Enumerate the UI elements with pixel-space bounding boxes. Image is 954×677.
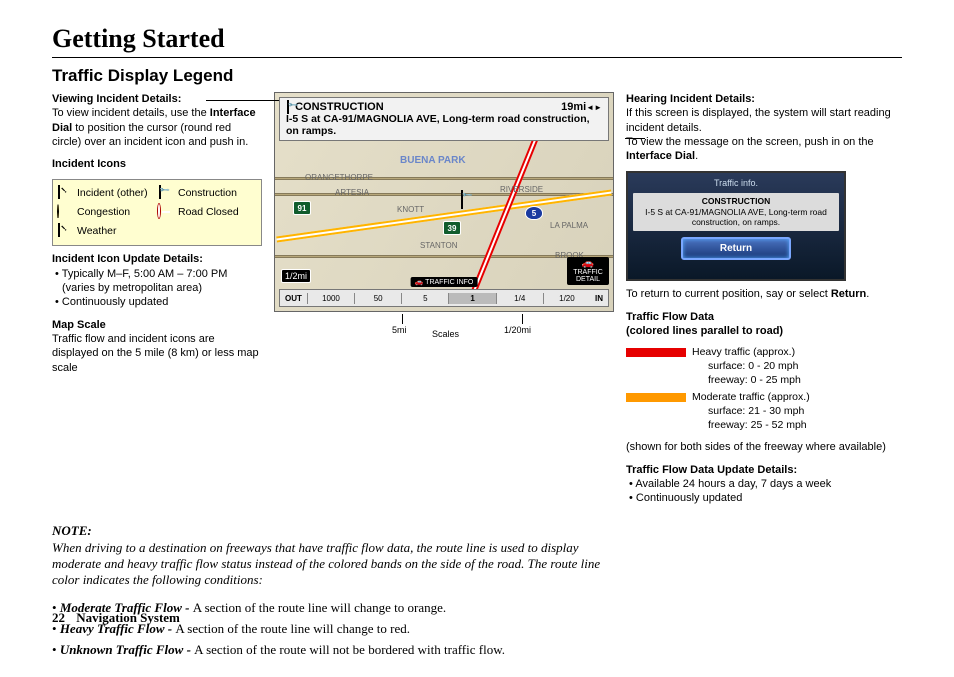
scale-tick-50: 50: [354, 293, 401, 304]
weather-label: Weather: [77, 225, 156, 239]
city-artesia: ARTESIA: [335, 188, 369, 197]
traffic-flow-heading-1: Traffic Flow Data: [626, 311, 714, 323]
scale-in-label: IN: [590, 294, 608, 303]
popup-body: CONSTRUCTION I-5 S at CA-91/MAGNOLIA AVE…: [633, 193, 839, 231]
heavy-traffic-swatch: [626, 348, 686, 357]
conditions-list: Moderate Traffic Flow - A section of the…: [52, 598, 624, 660]
flow-update-b1: Available 24 hours a day, 7 days a week: [636, 477, 896, 491]
popup-title: Traffic info.: [633, 178, 839, 190]
banner-construction-icon: [286, 101, 289, 113]
section-subtitle: Traffic Display Legend: [52, 66, 902, 86]
incident-other-label: Incident (other): [77, 187, 156, 201]
scale-tick-5: 5: [401, 293, 448, 304]
traffic-info-popup: Traffic info. CONSTRUCTION I-5 S at CA-9…: [626, 171, 846, 281]
scale-tick-1: 1: [448, 293, 495, 304]
map-scale-badge: 1/2mi: [281, 269, 311, 283]
city-lapalma: LA PALMA: [550, 221, 588, 230]
city-riverside: RIVERSIDE: [500, 185, 543, 194]
map-scale-heading: Map Scale: [52, 319, 106, 331]
scale-out-label: OUT: [280, 294, 307, 303]
return-button[interactable]: Return: [681, 237, 791, 260]
viewing-heading: Viewing Incident Details:: [52, 93, 181, 105]
banner-distance: 19mi◄►: [561, 101, 602, 113]
moderate-freeway: freeway: 25 - 52 mph: [692, 419, 810, 433]
scale-tick-1000: 1000: [307, 293, 354, 304]
shown-both-sides: (shown for both sides of the freeway whe…: [626, 440, 896, 454]
scale-annotations: 5mi 1/20mi Scales: [274, 314, 614, 342]
viewing-text-1: To view incident details, use the: [52, 107, 210, 119]
hearing-text-1: If this screen is displayed, the system …: [626, 107, 891, 133]
return-text-b: .: [866, 288, 869, 300]
incident-other-icon: [57, 186, 72, 201]
leader-line-2: [625, 138, 645, 139]
moderate-traffic-swatch: [626, 393, 686, 402]
note-label: NOTE:: [52, 523, 92, 538]
return-text-a: To return to current position, say or se…: [626, 288, 831, 300]
cond-1-text: A section of the route line will change …: [193, 600, 446, 615]
page-number: 22: [52, 610, 65, 625]
construction-icon: [158, 186, 173, 201]
road-closed-label: Road Closed: [178, 206, 257, 220]
anno-120mi: 1/20mi: [504, 325, 531, 335]
scale-bar[interactable]: 🚗 TRAFFIC INFO OUT 1000 50 5 1 1/4 1/20 …: [279, 289, 609, 307]
icon-update-heading: Incident Icon Update Details:: [52, 253, 203, 265]
incident-icons-heading: Incident Icons: [52, 157, 262, 171]
shield-i5: 5: [525, 206, 543, 220]
city-knott: KNOTT: [397, 205, 424, 214]
anno-5mi: 5mi: [392, 325, 407, 335]
city-stanton: STANTON: [420, 241, 457, 250]
page-footer: 22 Navigation System: [52, 610, 180, 626]
popup-message: I-5 S at CA-91/MAGNOLIA AVE, Long-term r…: [636, 207, 836, 228]
heavy-traffic-label: Heavy traffic (approx.): [692, 346, 795, 358]
note-block: NOTE: When driving to a destination on f…: [52, 523, 624, 588]
banner-title: CONSTRUCTION: [295, 101, 384, 113]
heavy-surface: surface: 0 - 20 mph: [692, 360, 801, 374]
note-text: When driving to a destination on freeway…: [52, 540, 600, 588]
main-title: Getting Started: [52, 24, 902, 58]
popup-subheading: CONSTRUCTION: [636, 196, 836, 207]
weather-icon: [57, 224, 72, 239]
map-scale-text: Traffic flow and incident icons are disp…: [52, 333, 259, 374]
footer-label: Navigation System: [76, 610, 180, 625]
flow-update-heading: Traffic Flow Data Update Details:: [626, 464, 797, 476]
shield-91: 91: [293, 201, 311, 215]
flow-update-b2: Continuously updated: [636, 491, 896, 505]
return-bold: Return: [831, 288, 866, 300]
incident-icons-legend: Incident (other) Construction Congestion…: [52, 179, 262, 246]
leader-line-1: [206, 100, 281, 101]
congestion-label: Congestion: [77, 206, 156, 220]
hearing-text-2b: .: [695, 150, 698, 162]
cond-2-text: A section of the route line will change …: [175, 621, 410, 636]
moderate-surface: surface: 21 - 30 mph: [692, 405, 810, 419]
traffic-flow-heading-2: (colored lines parallel to road): [626, 325, 783, 337]
hearing-text-2a: To view the message on the screen, push …: [626, 136, 874, 148]
icon-update-bullet-2: Continuously updated: [62, 295, 262, 309]
map-screenshot: BUENA PARK ORANGETHORPE ARTESIA KNOTT RI…: [274, 92, 614, 312]
road-closed-icon: [158, 205, 173, 220]
congestion-icon: [57, 205, 72, 220]
hearing-heading: Hearing Incident Details:: [626, 93, 755, 105]
shield-39: 39: [443, 221, 461, 235]
scale-tick-twentieth: 1/20: [543, 293, 590, 304]
traffic-detail-button[interactable]: TRAFFIC DETAIL: [567, 257, 609, 285]
construction-label: Construction: [178, 187, 257, 201]
hearing-interface-dial: Interface Dial: [626, 150, 695, 162]
city-buena-park: BUENA PARK: [400, 155, 466, 166]
scale-tick-quarter: 1/4: [496, 293, 543, 304]
viewing-text-2: to position the cursor (round red circle…: [52, 122, 248, 148]
map-incident-banner: CONSTRUCTION 19mi◄► I-5 S at CA-91/MAGNO…: [279, 97, 609, 141]
city-orangethorpe: ORANGETHORPE: [305, 173, 373, 182]
map-construction-marker: [460, 191, 463, 209]
banner-detail: I-5 S at CA-91/MAGNOLIA AVE, Long-term r…: [286, 113, 590, 137]
anno-scales: Scales: [432, 329, 459, 339]
icon-update-bullet-1: Typically M–F, 5:00 AM – 7:00 PM (varies…: [62, 267, 262, 296]
moderate-traffic-label: Moderate traffic (approx.): [692, 391, 810, 403]
heavy-freeway: freeway: 0 - 25 mph: [692, 374, 801, 388]
traffic-info-icon: 🚗 TRAFFIC INFO: [411, 277, 478, 287]
